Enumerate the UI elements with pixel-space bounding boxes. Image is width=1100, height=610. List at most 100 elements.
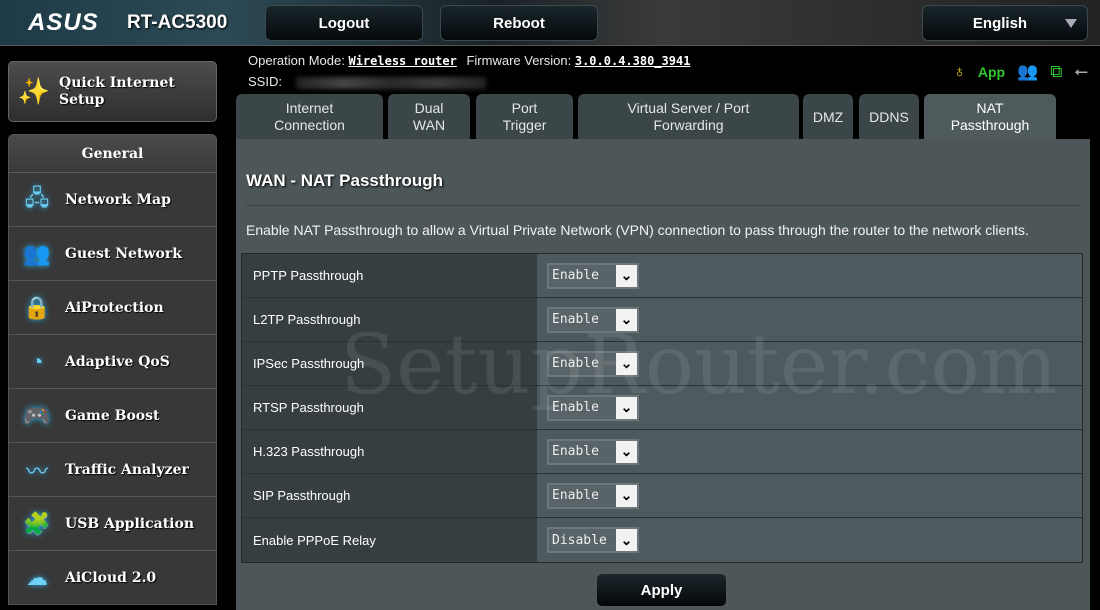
sidebar-item-label: Guest Network [65,245,182,262]
speedometer-icon: ◔ [30,348,44,374]
row-label: L2TP Passthrough [242,298,537,341]
usb-icon[interactable]: ⭠ [1074,62,1088,82]
tab-dmz[interactable]: DMZ [803,94,853,140]
l2tp-select[interactable]: Enable ⌄ [547,306,639,333]
apply-button[interactable]: Apply [596,573,727,607]
tab-nat-passthrough[interactable]: NAT Passthrough [924,94,1056,140]
chevron-down-icon: ⌄ [616,484,637,507]
chevron-down-icon: ⌄ [616,264,637,287]
sidebar-item-aicloud[interactable]: ☁ AiCloud 2.0 [9,551,216,604]
sidebar-item-label: Adaptive QoS [65,353,170,370]
divider [246,205,1080,206]
select-value: Enable [552,268,599,283]
language-select[interactable]: English [922,5,1088,41]
tab-label: NAT [976,100,1004,116]
ssid-label: SSID: [248,74,282,89]
tab-port-trigger[interactable]: Port Trigger [476,94,573,140]
model-name: RT-AC5300 [127,12,228,33]
pptp-select[interactable]: Enable ⌄ [547,262,639,289]
table-row-pptp: PPTP Passthrough Enable ⌄ [242,254,1082,298]
table-row-sip: SIP Passthrough Enable ⌄ [242,474,1082,518]
tab-label: Passthrough [950,117,1030,133]
tab-label: Virtual Server / Port [627,100,750,116]
tab-label: Forwarding [653,117,724,133]
h323-select[interactable]: Enable ⌄ [547,438,639,465]
sidebar-item-label: AiCloud 2.0 [65,570,157,586]
sidebar-item-aiprotection[interactable]: 🔒 AiProtection [9,281,216,335]
op-mode-link[interactable]: Wireless router [348,54,456,68]
select-value: Disable [552,532,607,548]
op-mode-label: Operation Mode: [248,53,345,68]
guest-network-icon: 👥 [23,240,51,266]
tab-virtual-server[interactable]: Virtual Server / Port Forwarding [578,94,799,140]
tab-label: Connection [274,117,345,133]
reboot-button[interactable]: Reboot [440,5,598,41]
qis-label-2: Setup [59,91,105,108]
chevron-down-icon: ⌄ [616,352,637,375]
select-value: Enable [552,444,599,459]
sip-select[interactable]: Enable ⌄ [547,482,639,509]
network-map-icon: 🖧 [24,184,50,210]
pppoe-relay-select[interactable]: Disable ⌄ [547,527,639,553]
ssid-value-blurred [295,76,486,89]
tab-dual-wan[interactable]: Dual WAN [388,94,470,140]
tab-label: Dual [414,100,444,116]
row-label: PPTP Passthrough [242,254,537,297]
tab-label: DDNS [869,108,909,125]
sidebar-item-label: AiProtection [65,299,164,316]
chevron-down-icon: ⌄ [616,440,637,463]
tab-ddns[interactable]: DDNS [859,94,919,140]
page-description: Enable NAT Passthrough to allow a Virtua… [246,222,1029,238]
ipsec-select[interactable]: Enable ⌄ [547,350,639,377]
top-header: ASUS RT-AC5300 Logout Reboot English [0,0,1100,46]
sidebar-item-traffic-analyzer[interactable]: 〰 Traffic Analyzer [9,443,216,497]
operation-info: Operation Mode: Wireless router Firmware… [248,53,690,68]
settings-table: PPTP Passthrough Enable ⌄ L2TP Passthrough… [241,253,1083,563]
chevron-down-icon: ⌄ [616,308,637,331]
magic-wand-icon: ✨ [17,76,51,106]
select-value: Enable [552,356,599,371]
sidebar-item-game-boost[interactable]: 🎮 Game Boost [9,389,216,443]
tab-label: Internet [285,100,334,116]
row-label: Enable PPPoE Relay [242,518,537,562]
tab-label: Port [511,100,538,116]
table-row-rtsp: RTSP Passthrough Enable ⌄ [242,386,1082,430]
sidebar-item-label: Traffic Analyzer [65,461,189,478]
quick-internet-setup-button[interactable]: ✨ Quick Internet Setup [8,61,217,122]
ssid-info: SSID: [248,74,486,89]
sidebar-item-label: USB Application [65,515,195,532]
tab-internet-connection[interactable]: Internet Connection [236,94,383,140]
table-row-ipsec: IPSec Passthrough Enable ⌄ [242,342,1082,386]
firmware-label: Firmware Version: [466,53,572,68]
sidebar-item-adaptive-qos[interactable]: ◔ Adaptive QoS [9,335,216,389]
sidebar-general: General 🖧 Network Map 👥 Guest Network 🔒 AiP… [8,134,217,605]
language-value: English [972,14,1028,32]
sidebar-item-guest-network[interactable]: 👥 Guest Network [9,227,216,281]
select-value: Enable [552,312,599,327]
puzzle-icon: 🧩 [23,510,51,536]
dropdown-arrow-icon [1065,19,1077,28]
tab-label: DMZ [812,108,844,125]
firmware-link[interactable]: 3.0.0.4.380_3941 [575,54,691,68]
sidebar-item-network-map[interactable]: 🖧 Network Map [9,173,216,227]
rtsp-select[interactable]: Enable ⌄ [547,394,639,421]
network-icon[interactable]: ⧉ [1050,62,1062,82]
app-link[interactable]: App [978,64,1005,80]
gamepad-icon: 🎮 [23,402,51,428]
page-title: WAN - NAT Passthrough [246,171,444,190]
select-value: Enable [552,488,599,503]
row-label: RTSP Passthrough [242,386,537,429]
qis-label-1: Quick Internet [59,74,175,91]
chevron-down-icon: ⌄ [616,396,637,419]
bulb-icon[interactable]: ♁ [953,62,966,82]
table-row-h323: H.323 Passthrough Enable ⌄ [242,430,1082,474]
select-value: Enable [552,400,599,415]
sidebar-item-usb-application[interactable]: 🧩 USB Application [9,497,216,551]
tab-label: Trigger [502,117,547,133]
logout-button[interactable]: Logout [265,5,423,41]
clients-icon[interactable]: 👥 [1017,62,1038,82]
tab-label: WAN [412,117,446,133]
sidebar-heading: General [9,135,216,173]
asus-logo: ASUS [28,9,99,36]
chart-icon: 〰 [25,458,48,484]
